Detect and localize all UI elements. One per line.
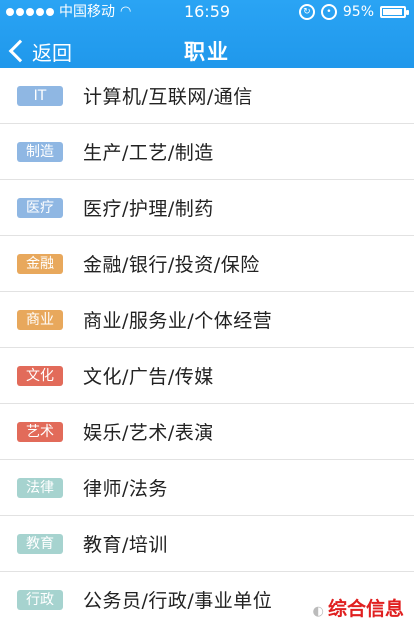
battery-icon [380, 6, 409, 18]
battery-percent: 95% [342, 4, 374, 20]
occupation-label: 娱乐/艺术/表演 [83, 422, 214, 444]
category-badge: 文化 [17, 365, 63, 386]
occupation-label: 生产/工艺/制造 [83, 142, 214, 164]
category-badge: IT [17, 85, 63, 106]
occupation-label: 文化/广告/传媒 [83, 366, 214, 388]
rotation-lock-icon: ↻ [298, 4, 315, 20]
list-item[interactable]: 医疗 医疗/护理/制药 [0, 180, 414, 236]
list-item[interactable]: 艺术 娱乐/艺术/表演 [0, 404, 414, 460]
status-right: ↻ • 95% [298, 0, 409, 24]
alarm-icon: • [320, 4, 337, 20]
page-title: 职业 [184, 40, 230, 64]
category-badge: 医疗 [17, 197, 63, 218]
list-item[interactable]: 法律 律师/法务 [0, 460, 414, 516]
occupation-label: 公务员/行政/事业单位 [83, 590, 273, 612]
status-bar: 中国移动 ◠ 16:59 ↻ • 95% [0, 0, 414, 24]
watermark-logo: ◐ [312, 604, 324, 619]
category-badge: 商业 [17, 309, 63, 330]
list-item[interactable]: IT 计算机/互联网/通信 [0, 68, 414, 124]
occupation-list: IT 计算机/互联网/通信 制造 生产/工艺/制造 医疗 医疗/护理/制药 金融 金融/银行/… [0, 68, 414, 627]
occupation-label: 教育/培训 [83, 534, 168, 556]
list-item[interactable]: 教育 教育/培训 [0, 516, 414, 572]
list-item[interactable]: 制造 生产/工艺/制造 [0, 124, 414, 180]
category-badge: 制造 [17, 141, 63, 162]
category-badge: 艺术 [17, 421, 63, 442]
top-bar: 中国移动 ◠ 16:59 ↻ • 95% 返回 职业 [0, 0, 414, 78]
watermark: ◐ 综合信息 [308, 592, 408, 623]
occupation-label: 计算机/互联网/通信 [83, 86, 253, 108]
list-item[interactable]: 文化 文化/广告/传媒 [0, 348, 414, 404]
list-item[interactable]: 金融 金融/银行/投资/保险 [0, 236, 414, 292]
category-badge: 教育 [17, 533, 63, 554]
list-item[interactable]: 商业 商业/服务业/个体经营 [0, 292, 414, 348]
occupation-label: 商业/服务业/个体经营 [83, 310, 273, 332]
occupation-label: 医疗/护理/制药 [83, 198, 214, 220]
watermark-text: 综合信息 [327, 598, 404, 620]
occupation-label: 律师/法务 [83, 478, 168, 500]
category-badge: 法律 [17, 477, 63, 498]
category-badge: 行政 [17, 589, 63, 610]
occupation-label: 金融/银行/投资/保险 [83, 254, 260, 276]
category-badge: 金融 [17, 253, 63, 274]
